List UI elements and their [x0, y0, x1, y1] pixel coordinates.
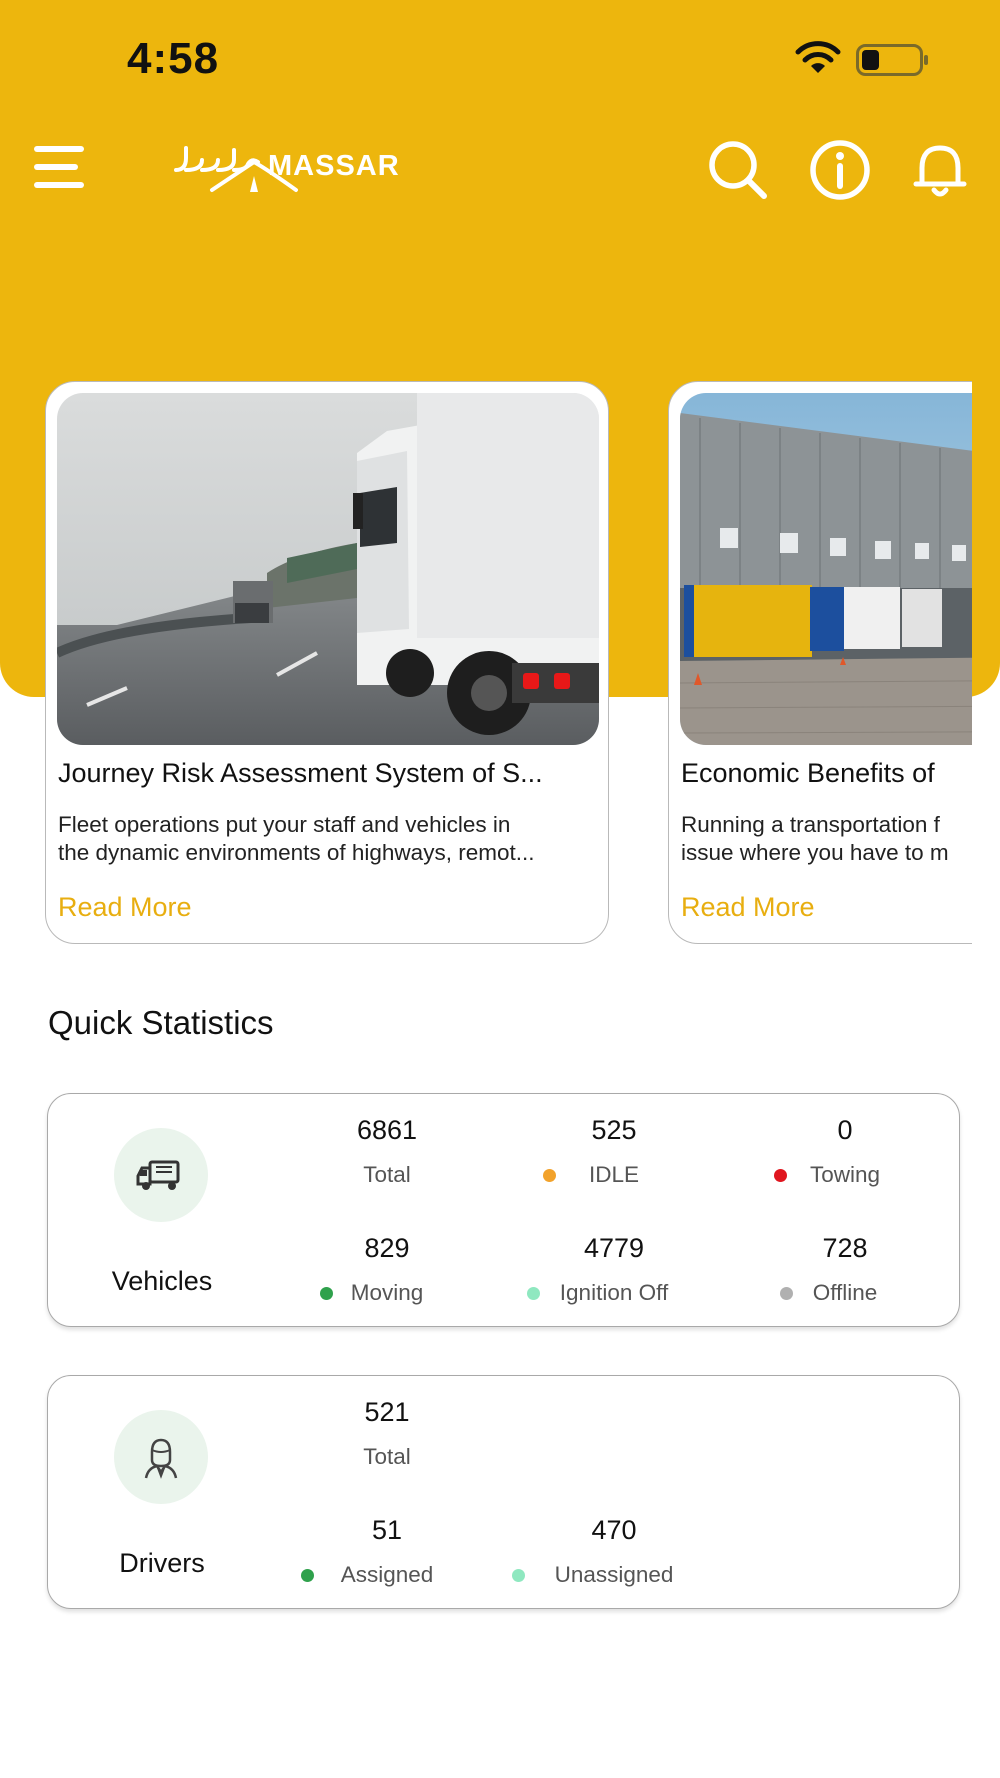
- wifi-icon: [795, 41, 841, 73]
- menu-icon-bar: [34, 146, 84, 152]
- stat-total: 521 Total: [272, 1394, 502, 1472]
- article-description: Running a transportation f issue where y…: [681, 811, 972, 867]
- status-dot: [773, 1169, 787, 1182]
- logo-text: MASSAR: [268, 150, 400, 182]
- stat-ignition-off: 4779 Ignition Off: [499, 1230, 729, 1308]
- info-icon[interactable]: [808, 138, 872, 202]
- article-card[interactable]: Journey Risk Assessment System of S... F…: [45, 381, 609, 944]
- article-description-line: Running a transportation f: [681, 812, 940, 837]
- stat-unassigned: 470 Unassigned: [499, 1512, 729, 1590]
- status-dot: [779, 1287, 793, 1300]
- status-dot: [511, 1569, 525, 1582]
- stat-moving: 829 Moving: [272, 1230, 502, 1308]
- drivers-label: Drivers: [119, 1548, 205, 1578]
- vehicles-stats-card[interactable]: Vehicles 6861 Total 525 IDLE 0 Towing 82…: [47, 1093, 960, 1327]
- article-title: Economic Benefits of: [681, 758, 935, 788]
- stat-value: 4779: [583, 1233, 645, 1263]
- stat-offline: 728 Offline: [730, 1230, 960, 1308]
- article-description-line: issue where you have to m: [681, 840, 949, 865]
- bell-icon[interactable]: [908, 138, 972, 202]
- articles-carousel[interactable]: Journey Risk Assessment System of S... F…: [0, 381, 972, 946]
- stat-assigned: 51 Assigned: [272, 1512, 502, 1590]
- read-more-link[interactable]: Read More: [58, 892, 192, 923]
- stat-label: Ignition Off: [559, 1280, 669, 1305]
- search-icon[interactable]: [706, 138, 770, 202]
- drivers-stats-card[interactable]: Drivers 521 Total 51 Assigned 470 Unassi…: [47, 1375, 960, 1609]
- stat-idle: 525 IDLE: [499, 1112, 729, 1190]
- article-description-line: the dynamic environments of highways, re…: [58, 840, 535, 865]
- stat-value: 525: [591, 1115, 637, 1145]
- stat-value: 829: [364, 1233, 410, 1263]
- stat-label: Total: [363, 1444, 411, 1469]
- stat-value: 6861: [356, 1115, 418, 1145]
- status-dot: [319, 1287, 333, 1300]
- menu-icon-bar: [34, 182, 84, 188]
- stat-label: Offline: [812, 1280, 878, 1305]
- status-dot: [542, 1169, 556, 1182]
- article-card[interactable]: Economic Benefits of Running a transport…: [668, 381, 972, 944]
- status-dot: [300, 1569, 314, 1582]
- stat-label: IDLE: [588, 1162, 640, 1187]
- stat-towing: 0 Towing: [730, 1112, 960, 1190]
- stat-value: 51: [371, 1515, 403, 1545]
- stat-total: 6861 Total: [272, 1112, 502, 1190]
- stat-value: 0: [837, 1115, 853, 1145]
- section-title: Quick Statistics: [48, 1004, 274, 1041]
- vehicles-label: Vehicles: [111, 1266, 213, 1296]
- stat-label: Towing: [809, 1162, 881, 1187]
- stat-label: Assigned: [340, 1562, 434, 1587]
- status-time: 4:58: [127, 34, 220, 83]
- vehicle-avatar: [114, 1128, 208, 1222]
- article-description-line: Fleet operations put your staff and vehi…: [58, 812, 511, 837]
- driver-avatar: [114, 1410, 208, 1504]
- status-dot: [526, 1287, 540, 1300]
- battery-icon: [856, 44, 928, 76]
- stat-label: Moving: [350, 1280, 424, 1305]
- menu-button[interactable]: [34, 146, 84, 190]
- driver-icon: [144, 1438, 178, 1479]
- article-image-warehouse: [680, 393, 972, 745]
- menu-icon-bar: [34, 164, 78, 170]
- truck-icon: [136, 1160, 180, 1190]
- read-more-link[interactable]: Read More: [681, 892, 815, 923]
- article-description: Fleet operations put your staff and vehi…: [58, 811, 598, 867]
- stat-value: 521: [364, 1397, 410, 1427]
- stat-label: Total: [363, 1162, 411, 1187]
- stat-label: Unassigned: [554, 1562, 674, 1587]
- article-image-truck: [57, 393, 599, 745]
- article-title: Journey Risk Assessment System of S...: [58, 758, 543, 788]
- stat-value: 728: [822, 1233, 868, 1263]
- stat-value: 470: [591, 1515, 637, 1545]
